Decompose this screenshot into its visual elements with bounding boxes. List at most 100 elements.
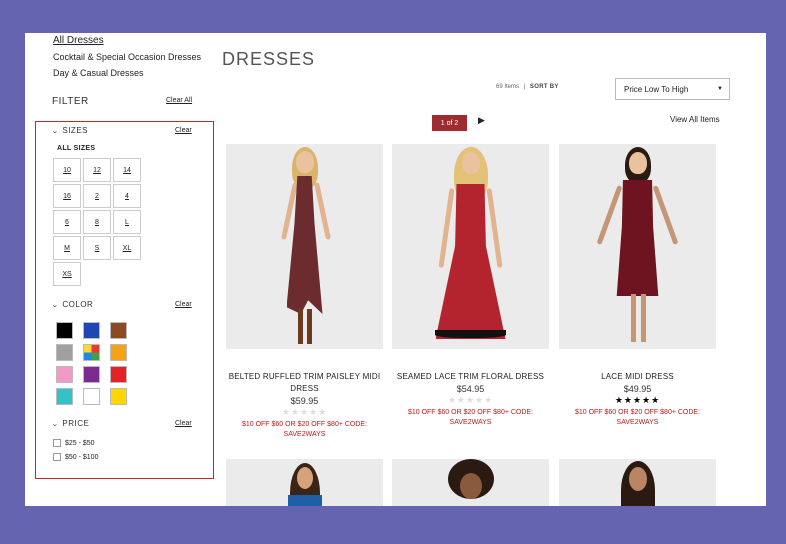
price-option-50-100[interactable]: $50 - $100 (53, 453, 98, 461)
model-dress (288, 495, 322, 506)
product-name[interactable]: BELTED RUFFLED TRIM PAISLEY MIDI DRESS (226, 371, 383, 395)
page-title: DRESSES (222, 49, 316, 69)
model-arm (652, 185, 679, 245)
size-option-14[interactable]: 14 (113, 158, 141, 182)
swatch-red[interactable] (110, 366, 127, 383)
price-section-toggle[interactable]: ⌄ PRICE (51, 419, 90, 428)
sizes-section-toggle[interactable]: ⌄ SIZES (51, 126, 88, 135)
swatch-purple[interactable] (83, 366, 100, 383)
product-name[interactable]: LACE MIDI DRESS (559, 371, 716, 383)
swatch-brown[interactable] (110, 322, 127, 339)
category-all-dresses[interactable]: All Dresses (53, 35, 201, 46)
size-option-10[interactable]: 10 (53, 158, 81, 182)
swatch-multi[interactable] (83, 344, 100, 361)
swatch-white[interactable] (83, 388, 100, 405)
lace-trim (435, 330, 506, 338)
clear-all-link[interactable]: Clear All (166, 97, 192, 104)
size-option-xl[interactable]: XL (113, 236, 141, 260)
sort-dropdown[interactable]: Price Low To High ▼ (615, 78, 730, 100)
filter-panel: ⌄ SIZES Clear ALL SIZES 10 12 14 16 2 4 … (35, 121, 214, 479)
next-page-icon[interactable]: ▶ (478, 115, 485, 126)
chevron-down-icon: ⌄ (51, 420, 60, 428)
product-card[interactable]: LACE MIDI DRESS $49.95 ★★★★★ $10 OFF $60… (559, 144, 716, 428)
color-heading: COLOR (62, 300, 94, 309)
model-head (628, 152, 647, 174)
item-count: 69 Items (496, 84, 520, 90)
checkbox[interactable] (53, 453, 61, 461)
chevron-down-icon: ⌄ (51, 127, 60, 135)
size-grid: 10 12 14 16 2 4 6 8 L M S XL XS (53, 158, 145, 286)
category-day-casual-dresses[interactable]: Day & Casual Dresses (53, 68, 201, 78)
color-section-toggle[interactable]: ⌄ COLOR (51, 300, 94, 309)
price-option-25-50[interactable]: $25 - $50 (53, 439, 95, 447)
promo-text: $10 OFF $60 OR $20 OFF $80+ CODE: SAVE2W… (241, 421, 368, 438)
product-price: $49.95 (623, 384, 652, 394)
swatch-pink[interactable] (56, 366, 73, 383)
all-sizes-label: ALL SIZES (57, 145, 96, 152)
size-option-12[interactable]: 12 (83, 158, 111, 182)
size-option-xs[interactable]: XS (53, 262, 81, 286)
product-card[interactable]: SEAMED LACE TRIM FLORAL DRESS $54.95 ★★★… (392, 144, 549, 428)
price-clear-link[interactable]: Clear (175, 420, 192, 427)
product-price: $54.95 (456, 384, 485, 394)
model-arm (314, 182, 331, 240)
category-cocktail-dresses[interactable]: Cocktail & Special Occasion Dresses (53, 52, 201, 62)
rating-stars: ★★★★★ (614, 395, 661, 405)
size-option-8[interactable]: 8 (83, 210, 111, 234)
separator: | (523, 84, 526, 90)
product-image[interactable] (559, 459, 716, 506)
product-image[interactable] (226, 144, 383, 349)
swatch-black[interactable] (56, 322, 73, 339)
sort-value: Price Low To High (624, 84, 689, 94)
size-option-l[interactable]: L (113, 210, 141, 234)
sizes-heading: SIZES (62, 126, 88, 135)
category-list: All Dresses Cocktail & Special Occasion … (53, 35, 201, 84)
checkbox[interactable] (53, 439, 61, 447)
swatch-gray[interactable] (56, 344, 73, 361)
swatch-yellow[interactable] (110, 388, 127, 405)
product-image[interactable] (392, 459, 549, 506)
model-leg (307, 309, 312, 344)
product-image[interactable] (392, 144, 549, 349)
size-option-6[interactable]: 6 (53, 210, 81, 234)
model-arm (438, 188, 455, 268)
price-option-label: $25 - $50 (65, 439, 95, 447)
caret-down-icon: ▼ (717, 86, 723, 92)
sizes-clear-link[interactable]: Clear (175, 127, 192, 134)
model-head (295, 151, 314, 173)
chevron-down-icon: ⌄ (51, 301, 60, 309)
price-heading: PRICE (62, 419, 90, 428)
results-count-sort: 69 Items | SORT BY (496, 84, 559, 90)
rating-stars: ★★★★★ (281, 407, 328, 417)
size-option-s[interactable]: S (83, 236, 111, 260)
page: All Dresses Cocktail & Special Occasion … (25, 33, 766, 506)
model-arm (596, 185, 623, 245)
filter-title: FILTER (52, 96, 89, 107)
swatch-orange[interactable] (110, 344, 127, 361)
product-card[interactable]: BELTED RUFFLED TRIM PAISLEY MIDI DRESS $… (226, 144, 383, 440)
model-arm (486, 188, 503, 268)
product-price: $59.95 (290, 396, 319, 406)
rating-stars: ★★★★★ (447, 395, 494, 405)
size-option-m[interactable]: M (53, 236, 81, 260)
price-option-label: $50 - $100 (65, 453, 99, 461)
view-all-items-link[interactable]: View All Items (670, 115, 720, 124)
product-image[interactable] (226, 459, 383, 506)
size-option-4[interactable]: 4 (113, 184, 141, 208)
color-swatch-grid (56, 322, 127, 405)
pagination-indicator: 1 of 2 (432, 115, 467, 131)
promo-text: $10 OFF $60 OR $20 OFF $80+ CODE: SAVE2W… (574, 409, 701, 426)
color-clear-link[interactable]: Clear (175, 301, 192, 308)
size-option-2[interactable]: 2 (83, 184, 111, 208)
model-leg (641, 294, 646, 342)
size-option-16[interactable]: 16 (53, 184, 81, 208)
sort-by-label: SORT BY (529, 84, 559, 90)
promo-text: $10 OFF $60 OR $20 OFF $80+ CODE: SAVE2W… (407, 409, 534, 426)
model-head (629, 467, 647, 491)
model-head (297, 467, 313, 489)
model-head (461, 152, 480, 174)
product-image[interactable] (559, 144, 716, 349)
swatch-blue[interactable] (83, 322, 100, 339)
swatch-teal[interactable] (56, 388, 73, 405)
product-name[interactable]: SEAMED LACE TRIM FLORAL DRESS (392, 371, 549, 383)
